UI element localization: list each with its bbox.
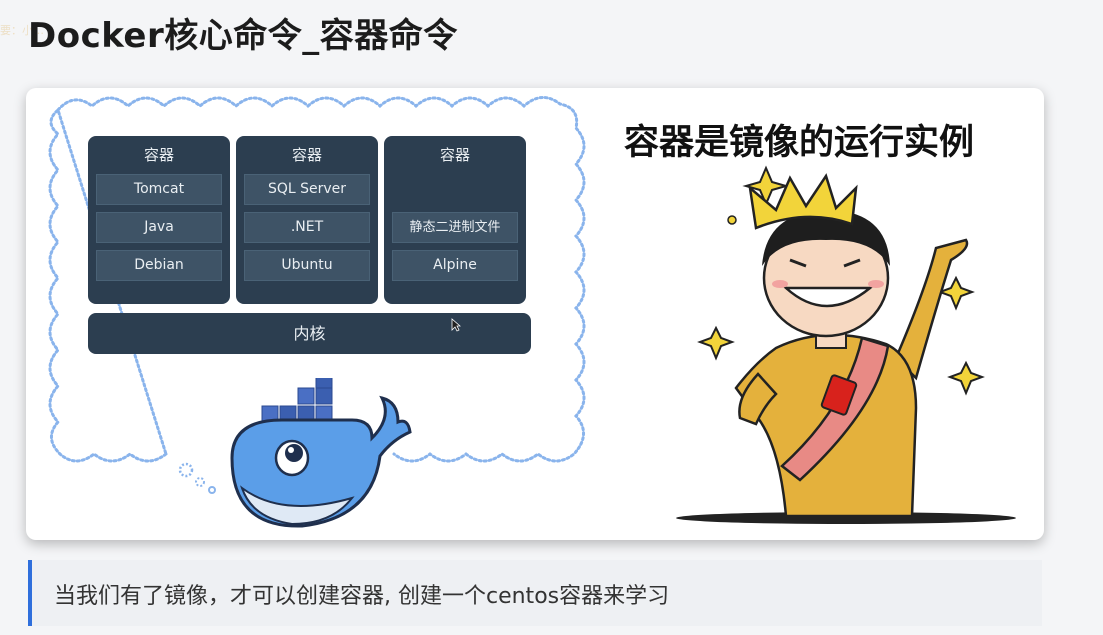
layer-app: SQL Server [244,174,370,205]
layer-runtime: .NET [244,212,370,243]
column-header: 容器 [291,146,322,164]
container-column-3: 容器 静态二进制文件 Alpine [384,136,526,304]
layer-app: Tomcat [96,174,222,205]
layer-os: Debian [96,250,222,281]
layer-os: Alpine [392,250,518,281]
page-title: Docker核心命令_容器命令 [28,16,458,56]
docker-whale-icon [230,378,412,528]
column-header: 容器 [439,146,470,164]
mouse-pointer-icon [451,318,461,332]
kernel-block: 内核 [88,313,531,354]
column-header: 容器 [143,146,174,164]
note-callout: 当我们有了镜像，才可以创建容器, 创建一个centos容器来学习 [28,560,1042,626]
layer-runtime: Java [96,212,222,243]
container-column-2: 容器 SQL Server .NET Ubuntu [236,136,378,304]
slide-image: 容器 Tomcat Java Debian 容器 SQL Server .NET… [26,88,1044,540]
crowned-cartoon-man [676,165,1016,524]
note-text: 当我们有了镜像，才可以创建容器, 创建一个centos容器来学习 [54,584,670,609]
container-column-1: 容器 Tomcat Java Debian [88,136,230,304]
layer-binary: 静态二进制文件 [392,212,518,243]
layer-os: Ubuntu [244,250,370,281]
